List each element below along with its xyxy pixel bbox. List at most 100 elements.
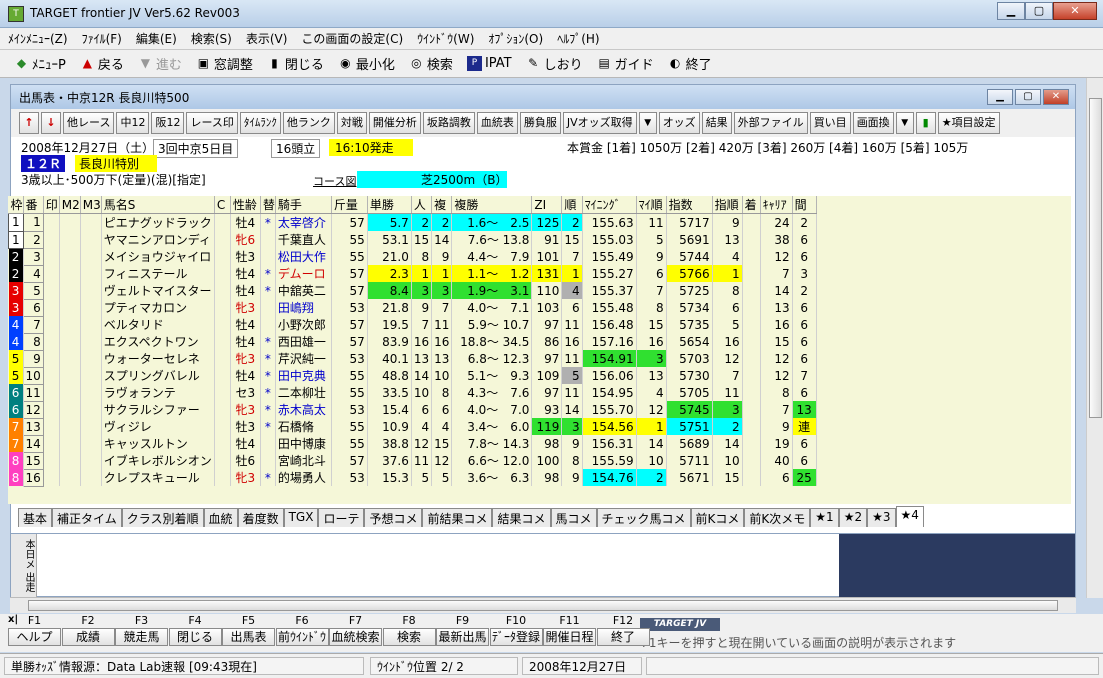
m2-cell[interactable] [59, 367, 81, 384]
mark-cell[interactable] [43, 316, 60, 333]
m3-cell[interactable] [80, 248, 102, 265]
race-btn-6[interactable]: 対戦 [336, 112, 367, 134]
maximize-button[interactable]: ▢ [1025, 2, 1053, 20]
m3-cell[interactable] [80, 384, 102, 401]
table-row[interactable]: 5 9 ウォーターセレネ 牝3 * 芹沢純一 53 40.1 13 13 6.8～ 12.3 97 11… [8, 349, 817, 368]
m2-cell[interactable] [59, 316, 81, 333]
jockey-cell[interactable]: 二本柳壮 [275, 384, 332, 401]
race-btn-9[interactable]: 血統表 [476, 112, 518, 134]
mark-cell[interactable] [43, 248, 60, 265]
fkey-F9[interactable]: F9 最新出馬 [436, 614, 489, 646]
tab-7[interactable]: 予想コメ [364, 508, 423, 527]
fkey-label[interactable]: 閉じる [168, 628, 222, 646]
search-button[interactable]: ◎ 検索 [409, 54, 453, 73]
tab-4[interactable]: 着度数 [237, 508, 284, 527]
horse-name-cell[interactable]: ヤマニンアロンディ [101, 231, 215, 248]
race-btn-8[interactable]: 坂路調教 [422, 112, 475, 134]
tab-0[interactable]: 基本 [18, 508, 53, 527]
jockey-cell[interactable]: 松田大作 [275, 248, 332, 265]
course-map-link[interactable]: コース図 [313, 173, 356, 189]
m3-cell[interactable] [80, 435, 102, 452]
horse-name-cell[interactable]: プティマカロン [101, 299, 215, 316]
tab-17[interactable]: ★4 [895, 506, 924, 527]
horizontal-scrollbar[interactable] [10, 597, 1076, 613]
fkey-label[interactable]: 開催日程 [543, 628, 596, 646]
race-btn-16[interactable]: 画面換 [852, 112, 894, 134]
mark-cell[interactable] [43, 213, 60, 231]
col-header-21[interactable]: 着 [742, 196, 761, 214]
tab-5[interactable]: TGX [283, 508, 319, 527]
horse-name-cell[interactable]: ラヴォランテ [101, 384, 215, 401]
race-btn-4[interactable]: ﾀｲﾑﾗﾝｸ [239, 112, 281, 134]
col-header-11[interactable]: 単勝 [367, 196, 412, 214]
fkey-F10[interactable]: F10 ﾃﾞｰﾀ登録 [489, 614, 543, 646]
m3-cell[interactable] [80, 231, 102, 248]
tab-16[interactable]: ★3 [867, 508, 896, 527]
person-icon[interactable]: ▮ [915, 112, 936, 134]
col-header-15[interactable]: ZI [531, 196, 563, 214]
horse-name-cell[interactable]: ヴェルトマイスター [101, 282, 215, 299]
fkey-F2[interactable]: F2 成績 [61, 614, 115, 646]
col-header-4[interactable]: M3 [80, 196, 102, 214]
fkey-F3[interactable]: F3 競走馬 [115, 614, 168, 646]
m3-cell[interactable] [80, 316, 102, 333]
vertical-scrollbar[interactable] [1086, 78, 1103, 598]
tab-12[interactable]: 前Kコメ [690, 508, 745, 527]
jockey-cell[interactable]: 太宰啓介 [275, 213, 332, 231]
horse-name-cell[interactable]: メイショウジャイロ [101, 248, 215, 265]
race-btn-15[interactable]: 買い目 [809, 112, 851, 134]
col-header-7[interactable]: 性齢 [230, 196, 261, 214]
horse-name-cell[interactable]: フィニステール [101, 265, 215, 282]
horse-name-cell[interactable]: クレプスキュール [101, 469, 215, 486]
race-btn-3[interactable]: レース印 [186, 112, 238, 134]
horse-name-cell[interactable]: ウォーターセレネ [101, 350, 215, 367]
menu-item-0[interactable]: ﾒｲﾝﾒﾆｭｰ(Z) [8, 30, 68, 47]
col-header-10[interactable]: 斤量 [331, 196, 368, 214]
col-header-14[interactable]: 複勝 [451, 196, 533, 214]
forward-button[interactable]: ▼ 進む [138, 54, 182, 73]
jockey-cell[interactable]: 中舘英二 [275, 282, 332, 299]
mark-cell[interactable] [43, 333, 60, 350]
col-header-16[interactable]: 順 [561, 196, 583, 214]
minimize-all-button[interactable]: ◉ 最小化 [338, 54, 395, 73]
m2-cell[interactable] [59, 231, 81, 248]
horse-name-cell[interactable]: ピエナグッドラック [101, 213, 215, 231]
table-row[interactable]: 2 3 メイショウジャイロ 牡3 松田大作 55 21.0 8 9 4.4～ 7.9 101 7 155… [8, 247, 817, 266]
menu-item-2[interactable]: 編集(E) [136, 30, 177, 47]
col-header-1[interactable]: 番 [23, 196, 44, 214]
table-row[interactable]: 3 5 ヴェルトマイスター 牡4 * 中舘英二 57 8.4 3 3 1.9～ 3.1 110 4 155… [8, 281, 817, 300]
m2-cell[interactable] [59, 213, 81, 231]
fkey-label[interactable]: 血統検索 [329, 628, 382, 646]
tab-3[interactable]: 血統 [203, 508, 238, 527]
fkey-F7[interactable]: F7 血統検索 [329, 614, 382, 646]
tab-10[interactable]: 馬コメ [550, 508, 597, 527]
mark-cell[interactable] [43, 384, 60, 401]
mark-cell[interactable] [43, 299, 60, 316]
col-header-8[interactable]: 替 [260, 196, 276, 214]
dropdown-arrow-icon[interactable]: ▼ [638, 112, 657, 134]
fkey-label[interactable]: 出馬表 [222, 628, 275, 646]
horizontal-scroll-thumb[interactable] [28, 600, 1058, 611]
race-btn-5[interactable]: 他ランク [282, 112, 335, 134]
tab-2[interactable]: クラス別着順 [121, 508, 204, 527]
prev-race-arrow-icon[interactable]: ↑ [19, 112, 39, 134]
horse-name-cell[interactable]: ヴィジレ [101, 418, 215, 435]
horse-name-cell[interactable]: サクラルシファー [101, 401, 215, 418]
race-btn-14[interactable]: 外部ファイル [733, 112, 808, 134]
horse-name-cell[interactable]: キャッスルトン [101, 435, 215, 452]
m3-cell[interactable] [80, 299, 102, 316]
col-header-20[interactable]: 指順 [712, 196, 743, 214]
minimize-button[interactable]: ▁ [997, 2, 1025, 20]
table-row[interactable]: 1 1 ピエナグッドラック 牡4 * 太宰啓介 57 5.7 2 2 1.6～ 2.5 125 2 155… [8, 213, 817, 232]
fkey-label[interactable]: 競走馬 [115, 628, 168, 646]
fkey-F8[interactable]: F8 検索 [382, 614, 436, 646]
mark-cell[interactable] [43, 435, 60, 452]
m2-cell[interactable] [59, 282, 81, 299]
child-minimize-button[interactable]: ▁ [987, 89, 1013, 105]
race-btn-0[interactable]: 他レース [63, 112, 115, 134]
mark-cell[interactable] [43, 367, 60, 384]
jockey-cell[interactable]: 千葉直人 [275, 231, 332, 248]
menu-item-4[interactable]: 表示(V) [246, 30, 288, 47]
m2-cell[interactable] [59, 401, 81, 418]
race-btn-10[interactable]: 勝負服 [519, 112, 561, 134]
